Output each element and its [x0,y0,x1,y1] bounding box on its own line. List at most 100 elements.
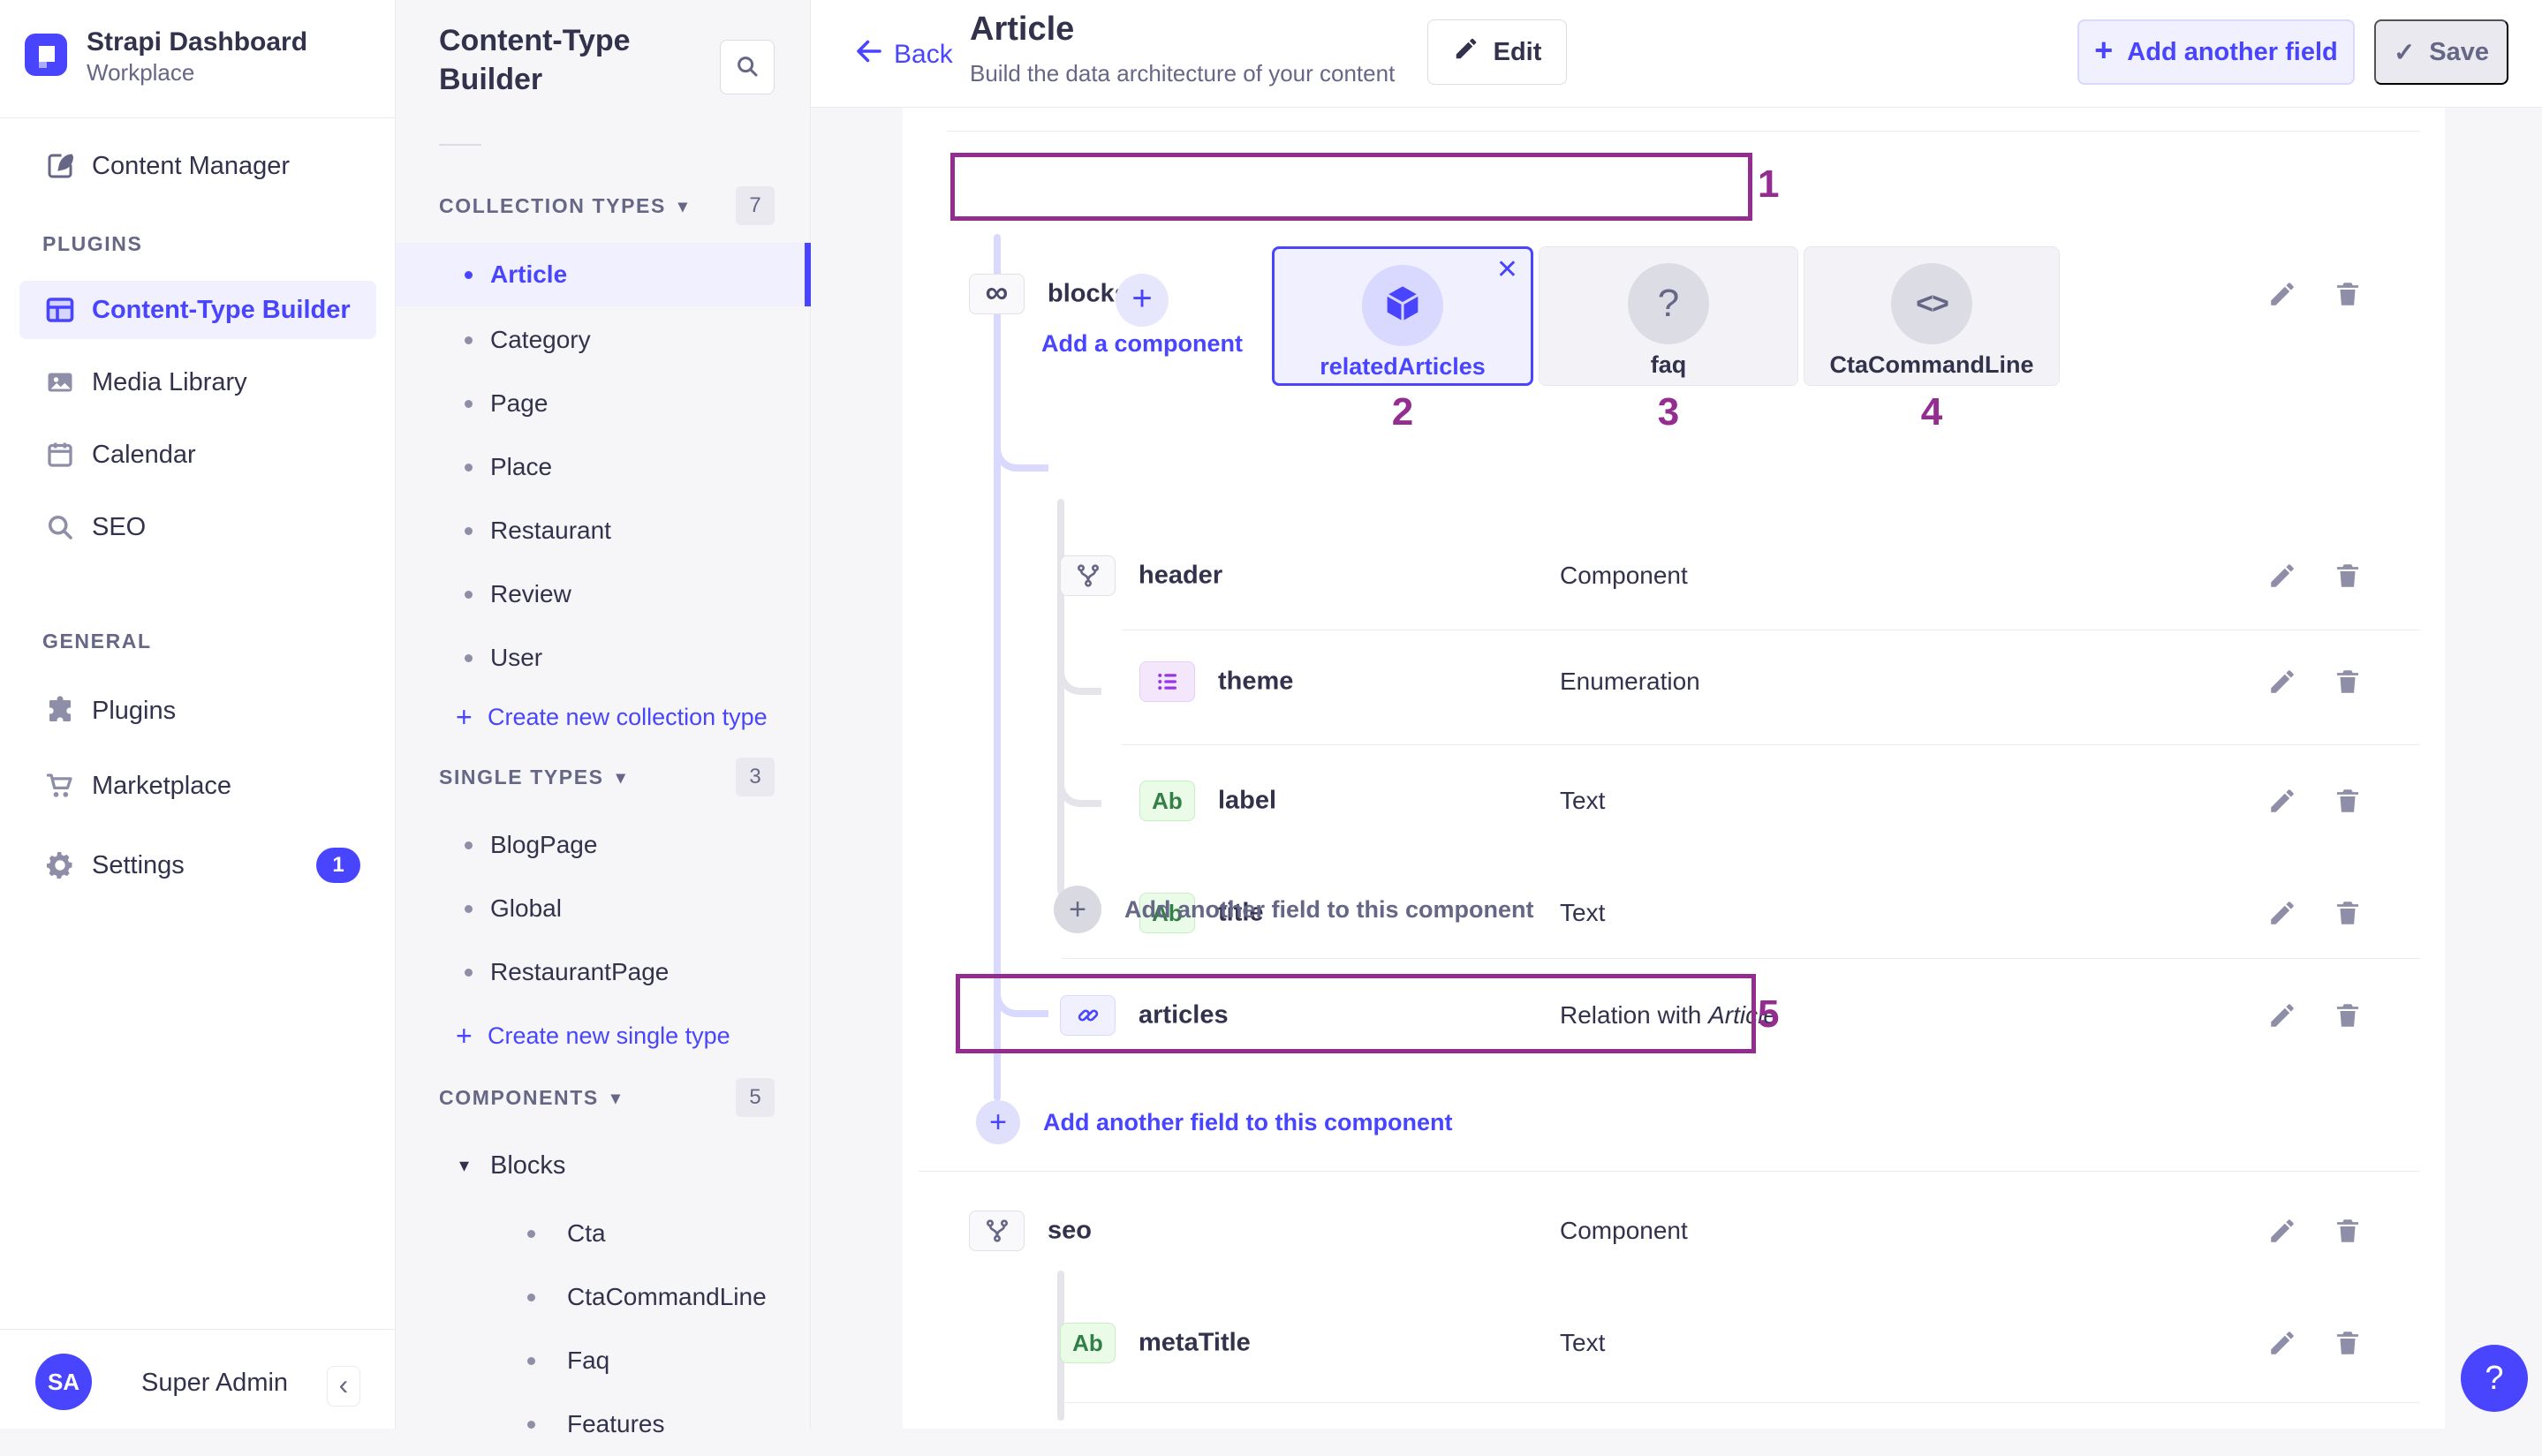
bullet-icon [527,1357,535,1365]
type-label: CtaCommandLine [567,1283,767,1311]
field-type: Text [1560,787,1605,815]
back-link[interactable]: Back [853,35,953,74]
field-name: theme [1218,668,1293,697]
delete-field-button[interactable] [2330,558,2365,593]
bullet-icon [465,905,473,913]
delete-field-button[interactable] [2330,276,2365,312]
field-type: Component [1560,562,1688,590]
sidebar-item-label: Content-Type Builder [92,296,351,325]
sidebar-item-plugins[interactable]: Plugins [0,682,396,740]
bullet-icon [465,527,473,535]
content-manager-icon [42,148,78,184]
gear-icon [42,848,78,883]
annotation-number-3: 3 [1539,390,1798,434]
plus-icon: + [1054,886,1101,933]
strapi-logo-icon [25,34,67,80]
type-label: Article [490,260,567,289]
user-name: Super Admin [141,1369,288,1398]
sidebar-item-ctacommandline[interactable]: CtaCommandLine [396,1265,811,1329]
add-component-label[interactable]: Add a component [1027,330,1257,358]
edit-field-button[interactable] [2265,998,2300,1033]
add-component-button[interactable]: + [1116,274,1169,327]
sidebar-item-media-library[interactable]: Media Library [0,353,396,411]
chevron-down-icon: ▾ [617,766,627,788]
sidebar-item-restaurantpage[interactable]: RestaurantPage [396,940,811,1004]
close-icon[interactable]: ✕ [1496,254,1518,285]
components-header[interactable]: COMPONENTS ▾ [439,1078,621,1117]
brand: Strapi Dashboard Workplace [25,26,307,87]
field-type: Component [1560,1217,1688,1245]
settings-badge: 1 [316,848,360,883]
sidebar-item-faq[interactable]: Faq [396,1329,811,1392]
sidebar-item-calendar[interactable]: Calendar [0,426,396,484]
create-single-type-link[interactable]: + Create new single type [396,1009,811,1062]
add-field-to-component-inner[interactable]: + Add another field to this component [1054,886,1533,933]
sidebar-item-features[interactable]: Features [396,1392,811,1456]
edit-field-button[interactable] [2265,276,2300,312]
search-button[interactable] [720,40,775,94]
component-name: relatedArticles [1320,353,1486,381]
help-button[interactable]: ? [2461,1345,2528,1412]
create-label: Create new single type [488,1022,730,1050]
sidebar-item-place[interactable]: Place [396,435,811,499]
delete-field-button[interactable] [2330,664,2365,699]
tree-elbow [994,433,1048,472]
delete-field-button[interactable] [2330,895,2365,931]
component-group-blocks[interactable]: ▾ Blocks [396,1136,811,1195]
field-type: Text [1560,899,1605,927]
collapse-sidebar-button[interactable]: ‹ [327,1366,360,1407]
sidebar-item-category[interactable]: Category [396,308,811,372]
sidebar-item-user[interactable]: User [396,626,811,690]
page-subtitle: Build the data architecture of your cont… [970,60,1395,87]
sidebar-item-restaurant[interactable]: Restaurant [396,499,811,562]
single-types-header[interactable]: SINGLE TYPES ▾ [439,758,626,796]
delete-field-button[interactable] [2330,1213,2365,1249]
save-button[interactable]: ✓ Save [2374,19,2508,85]
delete-field-button[interactable] [2330,998,2365,1033]
sidebar-item-global[interactable]: Global [396,877,811,940]
bullet-icon [527,1230,535,1238]
component-card-ctacommandline[interactable]: <> CtaCommandLine [1804,246,2060,386]
builder-panel: Content-Type Builder COLLECTION TYPES ▾ … [396,0,811,1429]
sidebar-item-content-type-builder[interactable]: Content-Type Builder [19,281,376,339]
single-types-count: 3 [736,758,775,796]
sidebar-item-page[interactable]: Page [396,372,811,435]
edit-field-button[interactable] [2265,558,2300,593]
question-icon: ? [1628,263,1709,344]
sidebar-item-review[interactable]: Review [396,562,811,626]
edit-field-button[interactable] [2265,1325,2300,1361]
delete-field-button[interactable] [2330,783,2365,819]
sidebar-item-seo[interactable]: SEO [0,498,396,556]
edit-field-button[interactable] [2265,1213,2300,1249]
component-card-relatedarticles[interactable]: ✕ relatedArticles [1272,246,1533,386]
content-type-builder-icon [42,292,78,328]
sidebar-item-article[interactable]: Article [396,243,811,306]
create-collection-type-link[interactable]: + Create new collection type [396,690,811,743]
sidebar-item-cta[interactable]: Cta [396,1202,811,1265]
edit-button[interactable]: Edit [1427,19,1567,85]
plus-icon: + [456,701,473,734]
add-field-to-component-outer[interactable]: + Add another field to this component [976,1100,1452,1144]
group-label: Blocks [490,1151,565,1181]
chevron-down-icon: ▾ [459,1154,469,1177]
edit-field-button[interactable] [2265,783,2300,819]
save-label: Save [2429,38,2489,67]
avatar[interactable]: SA [35,1354,92,1410]
edit-field-button[interactable] [2265,664,2300,699]
sidebar-item-blogpage[interactable]: BlogPage [396,813,811,877]
main-sidebar: Strapi Dashboard Workplace Content Manag… [0,0,396,1429]
component-card-faq[interactable]: ? faq [1539,246,1798,386]
page-header: Back Article Build the data architecture… [811,0,2542,108]
sidebar-item-content-manager[interactable]: Content Manager [0,137,396,195]
field-type: Text [1560,1329,1605,1357]
delete-field-button[interactable] [2330,1325,2365,1361]
divider [947,131,2420,132]
add-another-field-button[interactable]: + Add another field [2077,19,2355,85]
collection-types-header[interactable]: COLLECTION TYPES ▾ [439,186,689,225]
type-label: Review [490,580,571,608]
sidebar-item-settings[interactable]: Settings 1 [0,836,396,894]
workspace-name: Workplace [87,58,307,87]
sidebar-item-marketplace[interactable]: Marketplace [0,757,396,815]
plus-icon: + [2094,32,2113,69]
edit-field-button[interactable] [2265,895,2300,931]
